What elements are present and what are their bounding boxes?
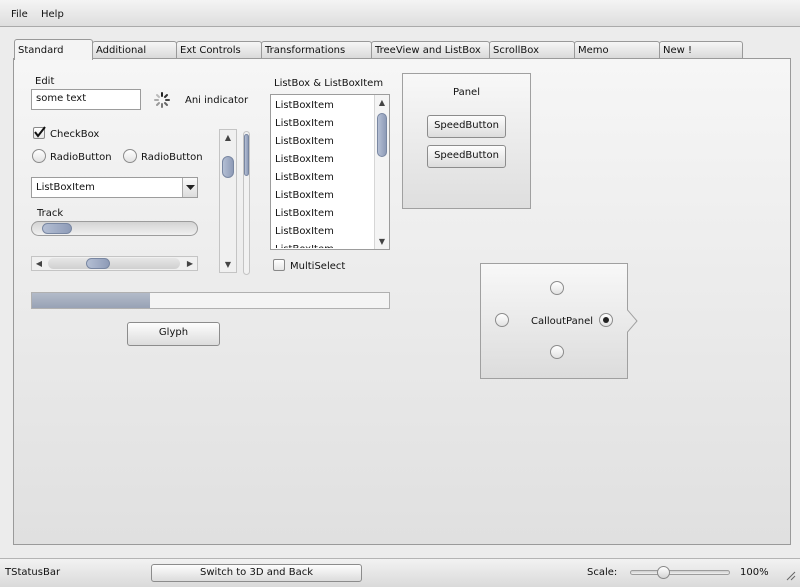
tab-additional[interactable]: Additional	[92, 41, 177, 59]
scroll-right-icon[interactable]: ▶	[184, 259, 196, 268]
callout-radio-bottom[interactable]	[550, 345, 564, 359]
radio-button-1[interactable]	[32, 149, 46, 163]
radio-label-2: RadioButton	[141, 152, 203, 163]
listbox-item[interactable]: ListBoxItem	[272, 115, 373, 133]
callout-radio-left[interactable]	[495, 313, 509, 327]
scroll-up-icon[interactable]: ▲	[222, 133, 234, 142]
glyph-button[interactable]: Glyph	[127, 322, 220, 346]
tab-label: Ext Controls	[180, 45, 241, 56]
tab-page-standard: Edit some text Ani indicator CheckBox Ra…	[13, 58, 791, 545]
tab-ext-controls[interactable]: Ext Controls	[176, 41, 262, 59]
checkbox[interactable]	[33, 126, 46, 139]
edit-label: Edit	[35, 76, 55, 87]
tab-label: New !	[663, 45, 692, 56]
hscroll-thumb[interactable]	[85, 258, 110, 269]
scale-slider-thumb[interactable]	[656, 566, 670, 579]
tab-treeview-listbox[interactable]: TreeView and ListBox	[371, 41, 490, 59]
tab-label: Standard	[18, 45, 64, 56]
hscroll-track[interactable]	[48, 258, 180, 269]
edit-field[interactable]: some text	[31, 89, 141, 110]
listbox-items: ListBoxItem ListBoxItem ListBoxItem ListBox…	[272, 96, 373, 248]
tab-transformations[interactable]: Transformations	[261, 41, 372, 59]
edit-value: some text	[36, 93, 87, 104]
multiselect-checkbox[interactable]	[273, 259, 285, 271]
listbox-item[interactable]: ListBoxItem	[272, 97, 373, 115]
tab-standard[interactable]: Standard	[14, 39, 93, 60]
checkbox-label: CheckBox	[50, 129, 100, 140]
track-label: Track	[37, 208, 64, 219]
spinner-icon	[154, 92, 170, 108]
listbox-item[interactable]: ListBoxItem	[272, 133, 373, 151]
combobox[interactable]: ListBoxItem	[31, 177, 198, 198]
radio-button-2[interactable]	[123, 149, 137, 163]
switch-3d-button[interactable]: Switch to 3D and Back	[151, 564, 362, 582]
tab-memo[interactable]: Memo	[574, 41, 660, 59]
listbox-item[interactable]: ListBoxItem	[272, 187, 373, 205]
listbox[interactable]: ListBoxItem ListBoxItem ListBoxItem ListBox…	[270, 94, 390, 250]
glyph-button-label: Glyph	[158, 327, 189, 338]
tab-label: TreeView and ListBox	[375, 45, 481, 56]
speed-button-label: SpeedButton	[434, 120, 499, 131]
callout-panel-label: CalloutPanel	[531, 316, 594, 327]
listbox-item[interactable]: ListBoxItem	[272, 169, 373, 187]
resize-grip-icon[interactable]	[784, 569, 796, 581]
scale-value: 100%	[740, 567, 769, 578]
ani-indicator-label: Ani indicator	[185, 95, 249, 106]
scale-slider[interactable]	[630, 566, 730, 579]
listbox-item[interactable]: ListBoxItem	[272, 241, 373, 248]
horizontal-scrollbar[interactable]: ◀ ▶	[31, 256, 198, 271]
tab-label: Memo	[578, 45, 609, 56]
scroll-down-icon[interactable]: ▼	[222, 260, 234, 269]
combobox-value: ListBoxItem	[36, 182, 95, 193]
callout-radio-top[interactable]	[550, 281, 564, 295]
tab-label: ScrollBox	[493, 45, 540, 56]
tab-new[interactable]: New !	[659, 41, 743, 59]
progress-bar	[31, 292, 390, 309]
switch-3d-button-label: Switch to 3D and Back	[200, 567, 313, 578]
scroll-down-icon[interactable]: ▼	[376, 237, 388, 246]
panel-label: Panel	[453, 87, 480, 98]
menu-bar: File Help	[0, 0, 800, 27]
vertical-scrollbar[interactable]: ▲ ▼	[219, 129, 237, 273]
scale-label: Scale:	[587, 567, 618, 578]
chevron-down-icon	[186, 185, 195, 190]
vscroll-thumb[interactable]	[222, 156, 234, 179]
tab-label: Additional	[96, 45, 147, 56]
tab-label: Transformations	[265, 45, 346, 56]
splitter[interactable]	[243, 131, 250, 275]
listbox-item[interactable]: ListBoxItem	[272, 151, 373, 169]
combobox-dropdown-button[interactable]	[182, 178, 197, 197]
multiselect-label: MultiSelect	[290, 261, 346, 272]
progress-fill	[32, 293, 150, 308]
listbox-item[interactable]: ListBoxItem	[272, 205, 373, 223]
status-bar: TStatusBar Switch to 3D and Back Scale: …	[0, 558, 800, 587]
status-bar-label: TStatusBar	[5, 567, 61, 578]
track-bar[interactable]	[31, 221, 198, 236]
tab-scrollbox[interactable]: ScrollBox	[489, 41, 575, 59]
radio-selected-dot	[603, 317, 609, 323]
callout-radio-right[interactable]	[599, 313, 613, 327]
speed-button-1[interactable]: SpeedButton	[427, 115, 506, 138]
menu-file[interactable]: File	[11, 9, 28, 20]
menu-help[interactable]: Help	[41, 9, 64, 20]
scroll-left-icon[interactable]: ◀	[33, 259, 45, 268]
speed-button-label: SpeedButton	[434, 150, 499, 161]
panel: Panel SpeedButton SpeedButton	[402, 73, 531, 209]
listbox-scrollbar[interactable]: ▲ ▼	[374, 95, 389, 249]
callout-panel: CalloutPanel	[479, 262, 629, 380]
listbox-scroll-thumb[interactable]	[377, 113, 387, 157]
splitter-thumb[interactable]	[244, 134, 249, 176]
radio-label-1: RadioButton	[50, 152, 112, 163]
speed-button-2[interactable]: SpeedButton	[427, 145, 506, 168]
scroll-up-icon[interactable]: ▲	[376, 98, 388, 107]
checkmark-icon	[34, 126, 46, 138]
listbox-item[interactable]: ListBoxItem	[272, 223, 373, 241]
track-thumb[interactable]	[42, 223, 73, 234]
listbox-label: ListBox & ListBoxItem	[274, 78, 384, 89]
